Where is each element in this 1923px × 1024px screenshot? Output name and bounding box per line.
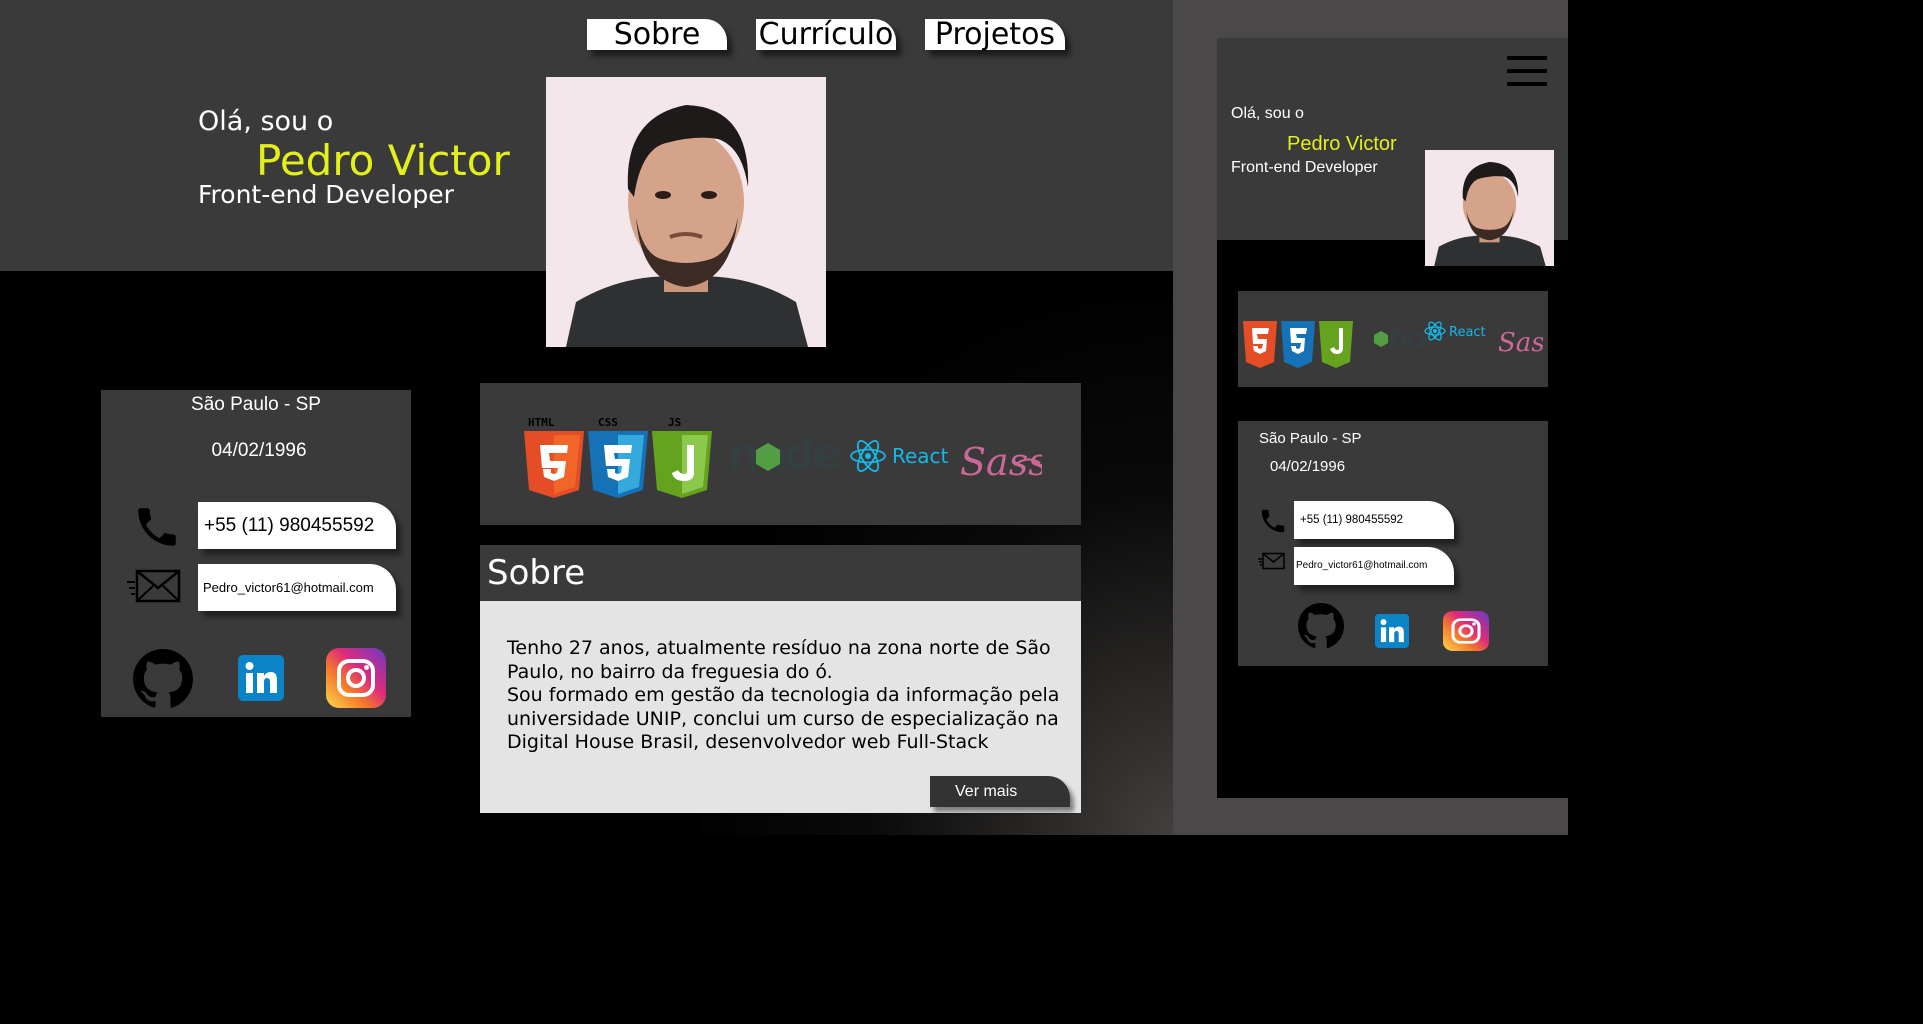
birthdate-text: 04/02/1996 (211, 440, 307, 461)
city-text: São Paulo - SP (191, 394, 321, 415)
hero-name: Pedro Victor (256, 136, 510, 185)
phone-field[interactable]: +55 (11) 980455592 (198, 502, 396, 549)
svg-text:Sass: Sass (960, 440, 1042, 484)
css3-icon: CSS (588, 416, 648, 498)
mobile-hero-role: Front-end Developer (1231, 159, 1378, 176)
svg-text:CSS: CSS (598, 416, 618, 429)
see-more-button[interactable]: Ver mais (930, 776, 1070, 807)
html5-icon: HTML (524, 416, 584, 498)
about-header: Sobre (480, 545, 1081, 601)
nodejs-icon (1374, 330, 1426, 349)
tech-stack-card: HTML CSS JS node React Sass (480, 383, 1081, 525)
js-icon (1319, 321, 1353, 368)
nodejs-icon: node (728, 431, 840, 477)
mail-icon (1258, 552, 1285, 570)
nav-projetos-button[interactable]: Projetos (925, 19, 1065, 50)
github-icon[interactable] (133, 649, 193, 709)
mobile-email-field[interactable]: Pedro_victor61@hotmail.com (1294, 547, 1454, 585)
sass-icon: Sass (1498, 328, 1543, 358)
sass-icon: Sass (960, 440, 1042, 484)
mail-icon (127, 569, 181, 603)
svg-text:React: React (892, 444, 949, 468)
greeting-text: Olá, sou o (198, 106, 334, 137)
svg-text:React: React (1449, 325, 1486, 340)
svg-text:node: node (728, 431, 840, 477)
nav-curriculo-button[interactable]: Currículo (756, 19, 896, 50)
hero-role: Front-end Developer (198, 180, 454, 209)
github-icon[interactable] (1298, 603, 1344, 649)
react-icon: React (850, 440, 949, 472)
contact-card: São Paulo - SP 04/02/1996 +55 (11) 98045… (101, 390, 411, 717)
js-icon: JS (652, 416, 712, 498)
linkedin-icon[interactable] (238, 655, 284, 701)
html5-icon (1243, 321, 1277, 368)
mobile-phone-field[interactable]: +55 (11) 980455592 (1294, 501, 1454, 539)
linkedin-icon[interactable] (1375, 614, 1409, 648)
nav-sobre-button[interactable]: Sobre (587, 19, 727, 50)
instagram-icon[interactable] (326, 648, 386, 708)
hamburger-menu-icon[interactable] (1507, 55, 1547, 87)
instagram-icon[interactable] (1443, 611, 1489, 651)
svg-text:JS: JS (668, 416, 681, 429)
mobile-tech-stack-card: React Sass (1238, 291, 1548, 387)
mobile-birthdate-text: 04/02/1996 (1270, 458, 1346, 475)
react-icon: React (1424, 321, 1486, 341)
about-text: Tenho 27 anos, atualmente resíduo na zon… (507, 637, 1060, 753)
mobile-city-text: São Paulo - SP (1259, 430, 1362, 447)
about-body: Tenho 27 anos, atualmente resíduo na zon… (480, 601, 1081, 813)
mobile-hero-name: Pedro Victor (1287, 133, 1397, 155)
profile-photo (546, 77, 826, 347)
about-title: Sobre (487, 553, 586, 593)
css3-icon (1281, 321, 1315, 368)
svg-text:Sass: Sass (1498, 328, 1543, 358)
tech-logos-web: HTML CSS JS (524, 416, 712, 498)
mobile-tech-logos: React Sass (1243, 321, 1543, 368)
email-field[interactable]: Pedro_victor61@hotmail.com (198, 564, 396, 611)
mobile-profile-photo (1425, 150, 1554, 266)
mobile-contact-card: São Paulo - SP 04/02/1996 +55 (11) 98045… (1238, 421, 1548, 666)
mobile-greeting-text: Olá, sou o (1231, 105, 1304, 122)
phone-icon (1261, 509, 1285, 533)
svg-text:HTML: HTML (528, 416, 555, 429)
phone-icon (138, 508, 176, 546)
